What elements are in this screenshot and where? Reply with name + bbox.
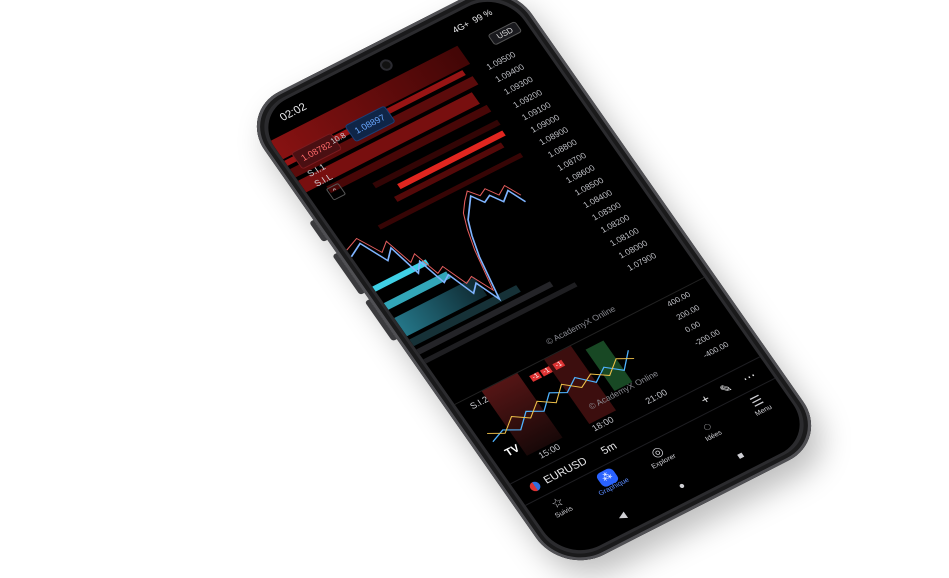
signal-indicator: 4G+ bbox=[450, 18, 472, 36]
status-time: 02:02 bbox=[277, 101, 310, 124]
back-icon[interactable]: ◀ bbox=[616, 510, 629, 523]
battery-indicator: 99 % bbox=[470, 7, 495, 25]
front-camera bbox=[377, 57, 396, 73]
phone-mockup: 02:02 4G+ 99 % USD 1.08782 10.8 1.08897 … bbox=[0, 0, 949, 576]
more-icon[interactable]: ⋯ bbox=[739, 367, 760, 386]
phone-screen: 02:02 4G+ 99 % USD 1.08782 10.8 1.08897 … bbox=[252, 0, 816, 563]
pencil-icon[interactable]: ✎ bbox=[716, 380, 735, 398]
side-button-action bbox=[309, 220, 328, 243]
eurusd-flag-icon bbox=[527, 479, 543, 493]
recents-icon[interactable]: ■ bbox=[735, 450, 747, 462]
home-icon[interactable]: ● bbox=[676, 480, 688, 492]
phone-frame: 02:02 4G+ 99 % USD 1.08782 10.8 1.08897 … bbox=[238, 0, 830, 576]
plus-icon[interactable]: + bbox=[697, 391, 713, 408]
interval-selector[interactable]: 5m bbox=[599, 440, 620, 457]
